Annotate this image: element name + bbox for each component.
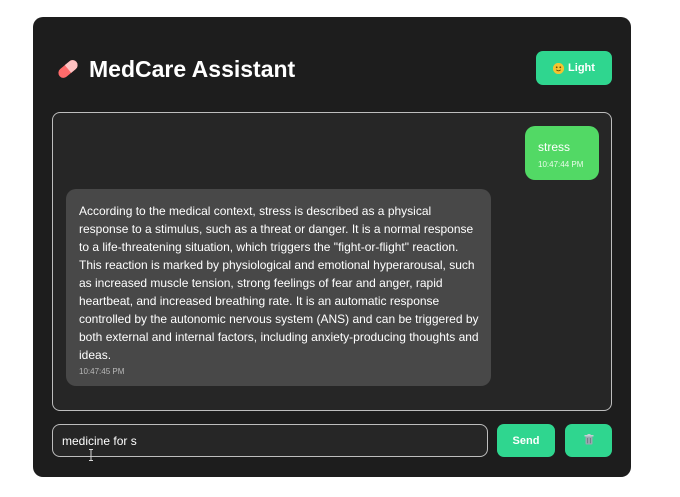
assistant-message-time: 10:47:45 PM <box>79 367 125 376</box>
text-cursor-icon <box>88 448 94 461</box>
user-message: stress 10:47:44 PM <box>525 126 599 180</box>
message-input[interactable] <box>52 424 488 457</box>
theme-toggle-button[interactable]: Light <box>536 51 612 85</box>
clear-chat-button[interactable] <box>565 424 612 457</box>
user-message-time: 10:47:44 PM <box>538 160 584 169</box>
emoji-face-icon <box>553 62 565 74</box>
send-button[interactable]: Send <box>497 424 555 457</box>
theme-toggle-label: Light <box>568 62 595 74</box>
trash-icon <box>584 432 594 450</box>
chat-window[interactable]: stress 10:47:44 PM According to the medi… <box>52 112 612 411</box>
app-title: MedCare Assistant <box>89 56 296 82</box>
chat-app-panel: MedCare Assistant Light stress 10:47:44 … <box>33 17 631 477</box>
assistant-message: According to the medical context, stress… <box>66 189 491 386</box>
header: MedCare Assistant <box>53 51 613 87</box>
assistant-message-text: According to the medical context, stress… <box>79 204 479 362</box>
user-message-text: stress <box>538 140 571 154</box>
pill-icon <box>55 56 81 82</box>
